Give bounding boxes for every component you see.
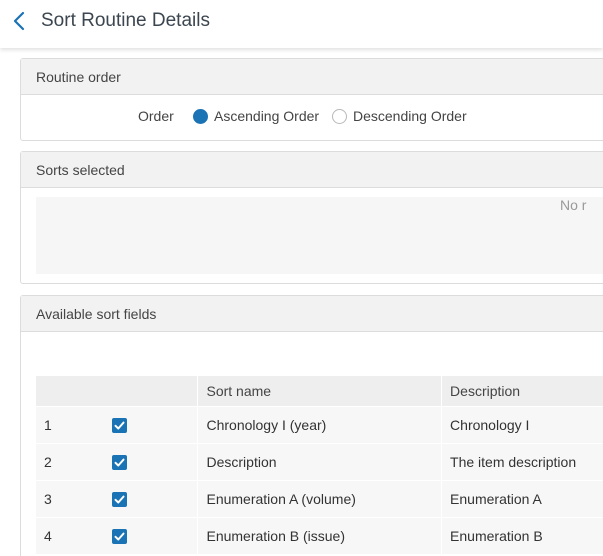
row-checkbox[interactable] <box>112 491 127 507</box>
order-radio-group: Order Ascending Order Descending Order <box>21 106 603 126</box>
ascending-label[interactable]: Ascending Order <box>214 108 319 124</box>
row-checkbox[interactable] <box>112 454 127 470</box>
table-header-row: Sort name Description <box>36 376 603 406</box>
top-bar: Sort Routine Details <box>0 0 603 48</box>
row-number: 3 <box>44 490 52 507</box>
checkmark-icon <box>114 421 125 429</box>
cell-sort-name: Enumeration B (issue) <box>197 516 442 555</box>
main-content: Routine order Order Ascending Order Desc… <box>0 48 603 556</box>
routine-order-section: Routine order Order Ascending Order Desc… <box>20 58 603 141</box>
empty-state-text: No r <box>560 197 587 213</box>
page-title: Sort Routine Details <box>41 10 210 31</box>
cell-description: The item description <box>441 442 603 481</box>
column-header-sort-name[interactable]: Sort name <box>197 376 442 406</box>
checkmark-icon <box>114 495 125 503</box>
descending-label[interactable]: Descending Order <box>353 108 467 124</box>
row-number: 2 <box>44 453 52 470</box>
order-label: Order <box>138 108 174 124</box>
descending-radio[interactable] <box>332 109 347 124</box>
checkmark-icon <box>114 458 125 466</box>
section-header: Sorts selected <box>21 152 603 188</box>
table-row[interactable]: 1 Chronology I (year) Chronology I <box>36 405 603 444</box>
empty-list-area <box>36 197 603 274</box>
ascending-radio[interactable] <box>193 109 208 124</box>
cell-sort-name: Description <box>197 442 442 481</box>
cell-sort-name: Chronology I (year) <box>197 405 442 444</box>
table-row[interactable]: 4 Enumeration B (issue) Enumeration B <box>36 516 603 555</box>
cell-description: Enumeration B <box>441 516 603 555</box>
row-number: 1 <box>44 416 52 433</box>
sorts-selected-section: Sorts selected No r <box>20 151 603 284</box>
table-row[interactable]: 2 Description The item description <box>36 442 603 481</box>
checkmark-icon <box>114 532 125 540</box>
cell-sort-name: Enumeration A (volume) <box>197 479 442 518</box>
cell-description: Chronology I <box>441 405 603 444</box>
row-checkbox[interactable] <box>112 528 127 544</box>
back-chevron-icon[interactable] <box>10 10 30 32</box>
column-header-select <box>50 376 198 406</box>
section-header: Available sort fields <box>21 296 603 332</box>
section-header: Routine order <box>21 59 603 95</box>
table-row[interactable]: 3 Enumeration A (volume) Enumeration A <box>36 479 603 518</box>
sort-fields-table: Sort name Description 1 Chronology I (ye… <box>36 376 603 555</box>
row-checkbox[interactable] <box>112 417 127 433</box>
column-header-index <box>36 376 50 406</box>
cell-description: Enumeration A <box>441 479 603 518</box>
column-header-description[interactable]: Description <box>441 376 603 406</box>
available-fields-section: Available sort fields Sort name Descript… <box>20 295 603 556</box>
row-number: 4 <box>44 527 52 544</box>
